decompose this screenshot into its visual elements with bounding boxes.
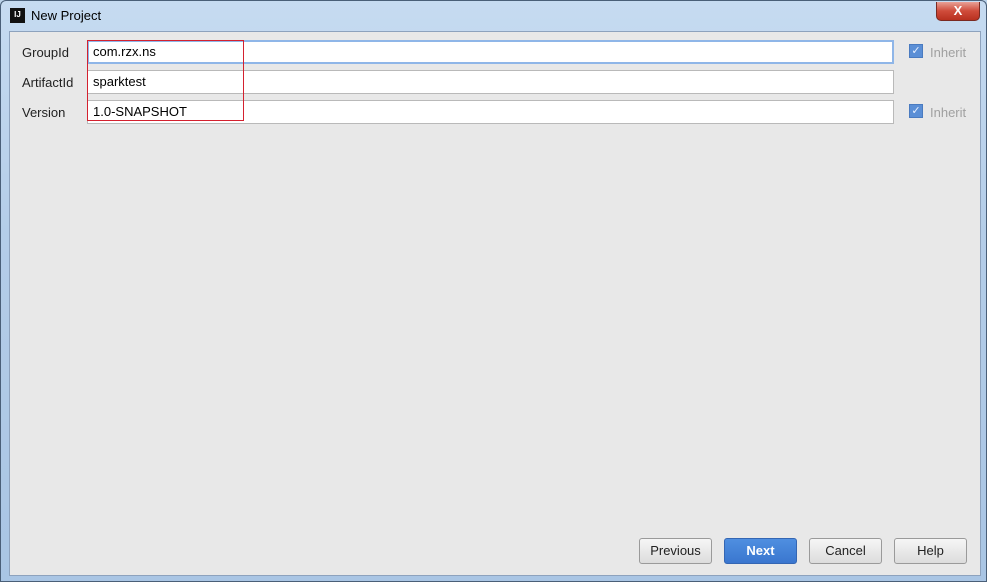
previous-button[interactable]: Previous	[639, 538, 712, 564]
window-title: New Project	[31, 8, 102, 23]
group-id-inherit-checkbox[interactable]: ✓	[909, 44, 923, 58]
group-id-inherit-label: Inherit	[930, 45, 967, 60]
highlight-box	[87, 40, 244, 121]
artifact-id-label: ArtifactId	[22, 75, 74, 90]
version-label: Version	[22, 105, 66, 120]
group-id-label: GroupId	[22, 45, 69, 60]
help-button[interactable]: Help	[894, 538, 967, 564]
close-button[interactable]: X	[936, 2, 980, 21]
version-inherit-label: Inherit	[930, 105, 967, 120]
version-inherit-checkbox[interactable]: ✓	[909, 104, 923, 118]
cancel-button[interactable]: Cancel	[809, 538, 882, 564]
next-button[interactable]: Next	[724, 538, 797, 564]
dialog-window: IJ New Project X GroupId com.rzx.ns ✓ In…	[0, 0, 987, 582]
intellij-icon: IJ	[10, 8, 25, 23]
dialog-content: GroupId com.rzx.ns ✓ Inherit ArtifactId …	[9, 31, 981, 576]
